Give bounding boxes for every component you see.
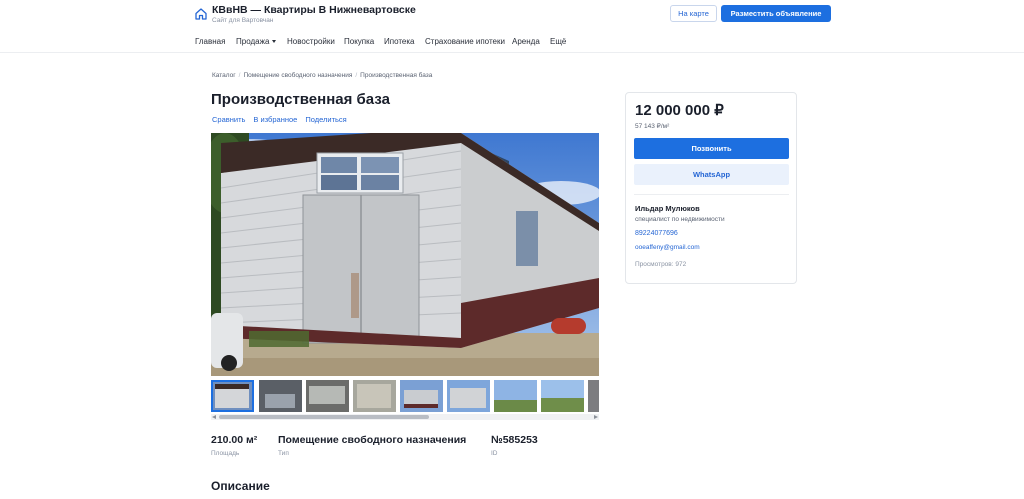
divider — [634, 194, 789, 195]
compare-link[interactable]: Сравнить — [212, 115, 245, 124]
scroll-left-icon[interactable] — [212, 415, 216, 419]
scrollbar-thumb[interactable] — [219, 415, 429, 419]
thumbnail[interactable] — [541, 380, 584, 412]
fact-value: №585253 — [491, 434, 538, 446]
thumbnail[interactable] — [259, 380, 302, 412]
breadcrumb-item-category[interactable]: Помещение свободного назначения — [243, 72, 352, 79]
nav-item-new-buildings[interactable]: Новостройки — [287, 37, 335, 46]
fact-id: №585253 ID — [491, 434, 538, 457]
page-title: Производственная база — [211, 91, 390, 108]
breadcrumb: Каталог / Помещение свободного назначения /… — [212, 72, 432, 79]
fact-value: 210.00 м² — [211, 434, 258, 446]
whatsapp-button[interactable]: WhatsApp — [634, 164, 789, 185]
nav-item-label: Аренда — [512, 37, 540, 46]
listing-actions: Сравнить В избранное Поделиться — [212, 115, 355, 124]
agent-phone-link[interactable]: 89224077696 — [635, 230, 678, 237]
nav-item-more[interactable]: Ещё — [550, 37, 566, 46]
site-subtitle: Сайт для Вартовчан — [212, 17, 274, 24]
nav-item-mortgage[interactable]: Ипотека — [384, 37, 415, 46]
fact-label: Тип — [278, 450, 289, 457]
thumbnail[interactable] — [494, 380, 537, 412]
scroll-right-icon[interactable] — [594, 415, 598, 419]
agent-role: специалист по недвижимости — [635, 216, 725, 223]
thumbnail[interactable] — [588, 380, 599, 412]
price-per-m2: 57 143 ₽/м² — [635, 123, 670, 130]
fact-label: ID — [491, 450, 498, 457]
thumbnail[interactable] — [211, 380, 254, 412]
fact-type: Помещение свободного назначения Тип — [278, 434, 466, 457]
thumbnail[interactable] — [447, 380, 490, 412]
breadcrumb-separator: / — [355, 72, 358, 79]
nav-item-sale[interactable]: Продажа — [236, 37, 277, 46]
site-header: КВвНВ — Квартиры В Нижневартовске Сайт д… — [0, 0, 1024, 29]
nav-item-label: Главная — [195, 37, 226, 46]
thumbnail[interactable] — [306, 380, 349, 412]
nav-item-label: Ещё — [550, 37, 567, 46]
thumbnail[interactable] — [400, 380, 443, 412]
call-button[interactable]: Позвонить — [634, 138, 789, 159]
share-link[interactable]: Поделиться — [305, 115, 346, 124]
caret-down-icon — [272, 40, 277, 44]
thumbnail[interactable] — [353, 380, 396, 412]
nav-item-purchase[interactable]: Покупка — [344, 37, 374, 46]
nav-item-label: Ипотека — [384, 37, 415, 46]
nav-item-label: Покупка — [344, 37, 375, 46]
thumbnail-scrollbar[interactable] — [211, 414, 599, 420]
favorite-link[interactable]: В избранное — [253, 115, 297, 124]
breadcrumb-separator: / — [238, 72, 241, 79]
agent-name: Ильдар Мулюков — [635, 204, 700, 213]
price-card: 12 000 000 ₽ 57 143 ₽/м² Позвонить Whats… — [625, 92, 797, 284]
fact-label: Площадь — [211, 450, 240, 457]
nav-item-label: Новостройки — [287, 37, 335, 46]
fact-value: Помещение свободного назначения — [278, 434, 467, 446]
building-photo — [211, 133, 599, 376]
price: 12 000 000 ₽ — [635, 102, 724, 119]
main-nav: Главная Продажа Новостройки Покупка Ипот… — [0, 29, 1024, 53]
site-title[interactable]: КВвНВ — Квартиры В Нижневартовске — [212, 4, 416, 16]
agent-email-link[interactable]: ooeaffeny@gmail.com — [635, 244, 700, 251]
nav-item-mortgage-insurance[interactable]: Страхование ипотеки — [425, 37, 505, 46]
breadcrumb-item-current: Производственная база — [360, 72, 433, 79]
photo-thumbnails — [211, 380, 599, 414]
nav-item-rent[interactable]: Аренда — [512, 37, 540, 46]
description-heading: Описание — [211, 479, 270, 493]
main-photo[interactable] — [211, 133, 599, 376]
nav-item-label: Страхование ипотеки — [425, 37, 505, 46]
nav-item-label: Продажа — [236, 37, 270, 46]
home-icon[interactable] — [194, 7, 208, 21]
views-count: Просмотров: 972 — [635, 261, 687, 268]
fact-area: 210.00 м² Площадь — [211, 434, 257, 457]
breadcrumb-item-catalog[interactable]: Каталог — [212, 72, 236, 79]
post-listing-button[interactable]: Разместить объявление — [721, 5, 831, 22]
map-button[interactable]: На карте — [670, 5, 717, 22]
nav-item-home[interactable]: Главная — [195, 37, 225, 46]
